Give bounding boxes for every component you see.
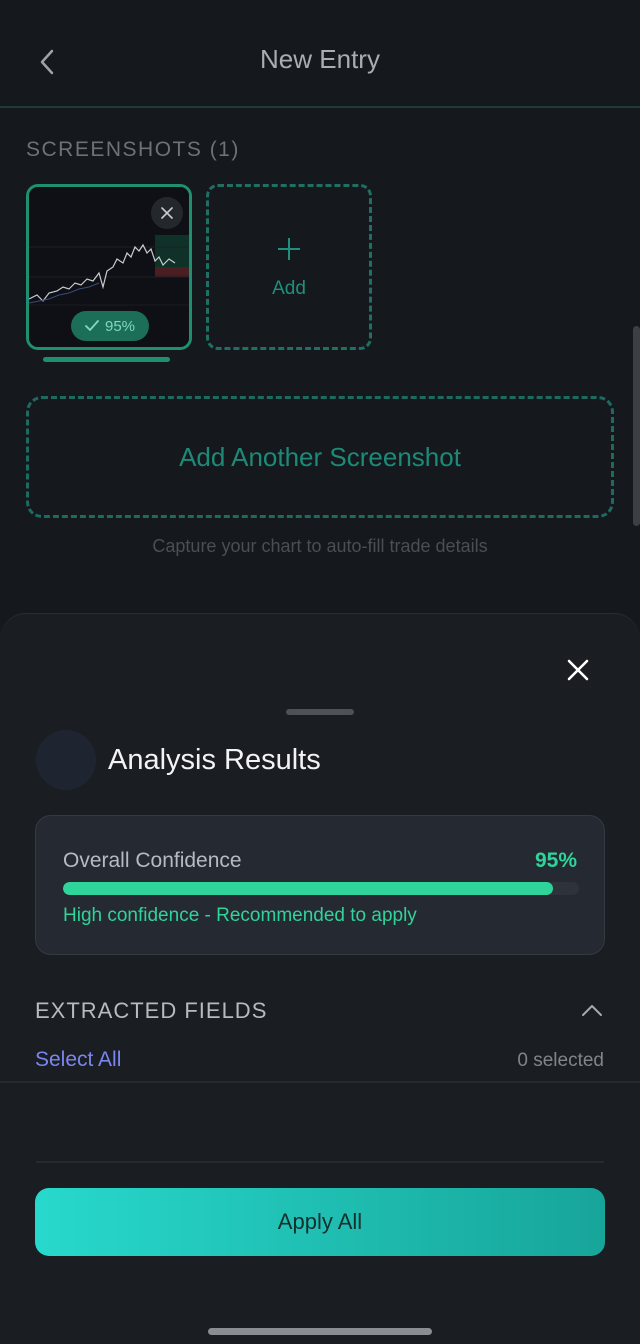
divider: [36, 1161, 604, 1163]
selected-count: 0 selected: [517, 1050, 604, 1071]
sheet-close-button[interactable]: [560, 652, 596, 688]
chevron-up-icon: [582, 1005, 602, 1016]
confidence-value: 95%: [534, 849, 577, 872]
sheet-drag-handle[interactable]: [286, 709, 354, 715]
add-screenshot-label: Add: [272, 278, 306, 299]
divider: [0, 1081, 640, 1083]
close-icon: [567, 659, 589, 681]
confidence-note: High confidence - Recommended to apply: [63, 905, 417, 926]
confidence-card: Overall Confidence 95% High confidence -…: [35, 815, 605, 955]
confidence-badge: 95%: [71, 311, 149, 341]
add-screenshot-tile[interactable]: Add: [206, 184, 372, 350]
selected-thumbnail-indicator: [43, 357, 170, 362]
apply-all-button[interactable]: Apply All: [35, 1188, 605, 1256]
add-another-screenshot-button[interactable]: Add Another Screenshot: [26, 396, 614, 518]
apply-all-label: Apply All: [277, 1209, 363, 1234]
close-icon: [161, 207, 173, 219]
check-icon: [85, 320, 99, 331]
confidence-badge-label: 95%: [104, 317, 136, 335]
screenshot-thumbnail[interactable]: 95%: [26, 184, 192, 350]
header: New Entry: [0, 0, 640, 108]
remove-screenshot-button[interactable]: [151, 197, 183, 229]
confidence-progress-bar: [63, 882, 579, 895]
analysis-avatar: [36, 730, 96, 790]
capture-hint: Capture your chart to auto-fill trade de…: [152, 536, 488, 556]
sheet-title: Analysis Results: [108, 744, 321, 776]
confidence-progress-fill: [63, 882, 554, 895]
select-all-link[interactable]: Select All: [35, 1048, 121, 1072]
home-indicator: [208, 1328, 432, 1335]
extracted-fields-label: EXTRACTED FIELDS: [35, 998, 268, 1023]
collapse-fields-button[interactable]: [578, 996, 606, 1024]
analysis-results-sheet: Analysis Results Overall Confidence 95% …: [0, 613, 640, 1344]
page-title: New Entry: [260, 44, 380, 74]
plus-icon: [276, 234, 302, 268]
add-another-screenshot-label: Add Another Screenshot: [179, 441, 461, 472]
screenshots-section-label: SCREENSHOTS (1): [26, 138, 240, 161]
confidence-label: Overall Confidence: [63, 849, 242, 872]
page-scrollbar[interactable]: [633, 326, 640, 526]
